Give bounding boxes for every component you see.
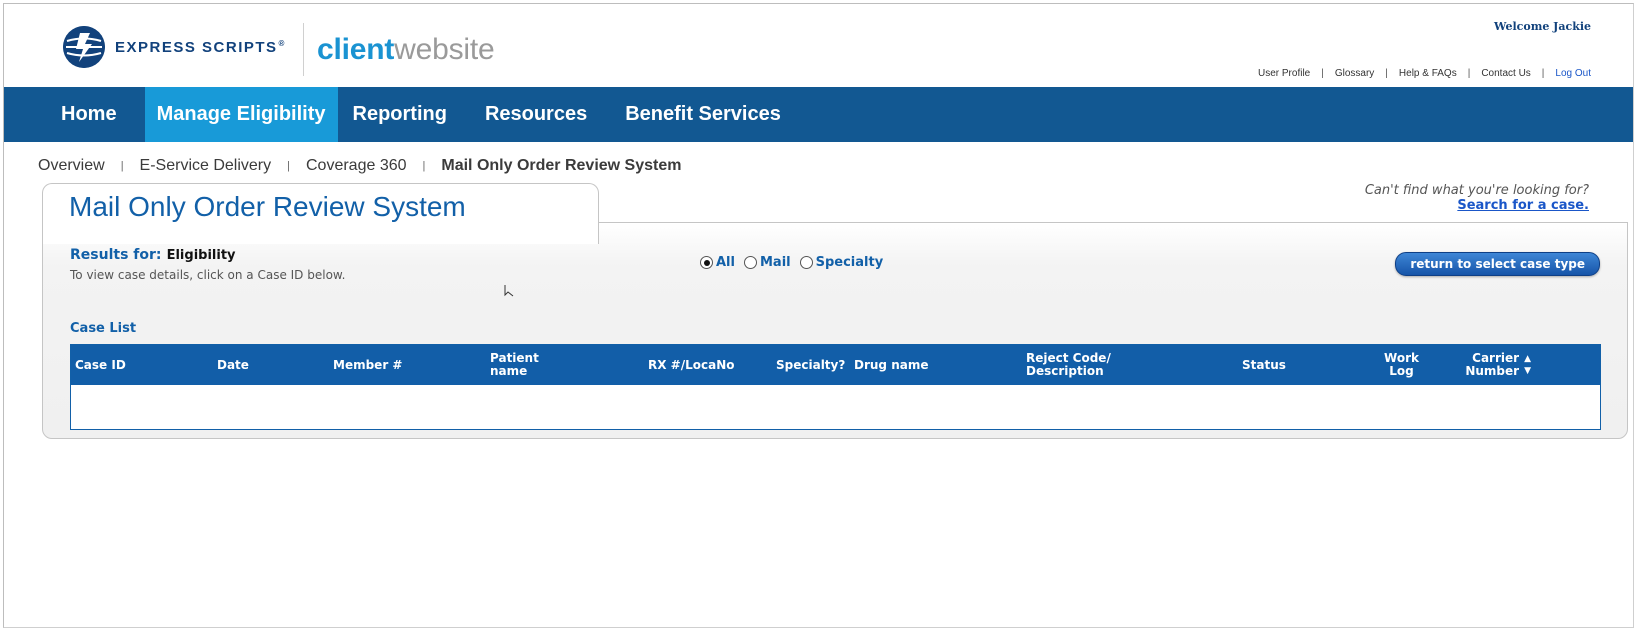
results-label: Results for: xyxy=(70,247,162,263)
col-drug-name[interactable]: Drug name xyxy=(854,345,928,385)
breadcrumb-e-service-delivery[interactable]: E-Service Delivery xyxy=(140,157,272,175)
nav-reporting[interactable]: Reporting xyxy=(341,87,459,142)
link-separator: | xyxy=(1385,68,1388,79)
nav-manage-eligibility[interactable]: Manage Eligibility xyxy=(144,87,338,142)
nav-home[interactable]: Home xyxy=(49,87,129,142)
search-help: Can't find what you're looking for? Sear… xyxy=(1365,183,1589,213)
results-value: Eligibility xyxy=(166,248,236,263)
search-case-link[interactable]: Search for a case. xyxy=(1365,198,1589,213)
express-scripts-logo-icon xyxy=(63,26,105,68)
col-date[interactable]: Date xyxy=(217,345,249,385)
express-scripts-logo[interactable]: EXPRESS SCRIPTS® xyxy=(63,26,286,68)
utility-links: User Profile | Glossary | Help & FAQs | … xyxy=(1258,68,1591,79)
user-profile-link[interactable]: User Profile xyxy=(1258,68,1310,79)
help-question: Can't find what you're looking for? xyxy=(1364,183,1589,198)
case-list-label: Case List xyxy=(70,321,137,336)
link-separator: | xyxy=(1321,68,1324,79)
radio-selected-icon[interactable] xyxy=(700,256,713,269)
col-carrier-number[interactable]: Carrier Number ▲ ▼ xyxy=(1455,345,1531,385)
mouse-cursor-icon xyxy=(504,285,514,297)
col-reject-code[interactable]: Reject Code/Description xyxy=(1026,345,1111,385)
link-separator: | xyxy=(1541,68,1545,79)
link-separator: | xyxy=(1467,68,1471,79)
sort-arrows-icon[interactable]: ▲ ▼ xyxy=(1524,353,1531,377)
page-title: Mail Only Order Review System xyxy=(69,191,466,222)
breadcrumb: Overview | E-Service Delivery | Coverage… xyxy=(38,157,681,175)
brand-name: EXPRESS SCRIPTS® xyxy=(115,38,286,56)
filter-specialty[interactable]: Specialty xyxy=(799,255,883,270)
breadcrumb-separator: | xyxy=(422,160,426,172)
table-body xyxy=(71,385,1600,427)
filter-all[interactable]: All xyxy=(700,255,735,270)
logout-link[interactable]: Log Out xyxy=(1555,68,1591,79)
col-rx-loca-no[interactable]: RX #/LocaNo xyxy=(648,345,735,385)
glossary-link[interactable]: Glossary xyxy=(1335,68,1374,79)
breadcrumb-current: Mail Only Order Review System xyxy=(441,157,682,174)
col-work-log[interactable]: Work Log xyxy=(1371,345,1419,385)
col-specialty[interactable]: Specialty? xyxy=(776,345,845,385)
panel-tab: Mail Only Order Review System xyxy=(42,183,599,244)
breadcrumb-separator: | xyxy=(287,160,290,172)
col-member[interactable]: Member # xyxy=(333,345,402,385)
table-header: Case ID Date Member # Patient name RX #/L… xyxy=(71,345,1600,385)
nav-resources[interactable]: Resources xyxy=(473,87,599,142)
radio-icon[interactable] xyxy=(799,256,813,269)
nav-benefit-services[interactable]: Benefit Services xyxy=(613,87,793,142)
col-case-id[interactable]: Case ID xyxy=(75,345,126,385)
welcome-message: Welcome Jackie xyxy=(1494,20,1591,33)
case-list-table: Case ID Date Member # Patient name RX #/L… xyxy=(70,344,1601,430)
results-hint: To view case details, click on a Case ID… xyxy=(70,268,346,282)
app-window: EXPRESS SCRIPTS® clientwebsite Welcome J… xyxy=(3,3,1634,628)
breadcrumb-separator: | xyxy=(120,160,124,172)
col-status[interactable]: Status xyxy=(1242,345,1286,385)
main-nav: Home Manage Eligibility Reporting Resour… xyxy=(4,87,1633,142)
help-faqs-link[interactable]: Help & FAQs xyxy=(1399,68,1457,79)
return-to-case-type-button[interactable]: return to select case type xyxy=(1395,252,1600,276)
filter-mail[interactable]: Mail xyxy=(743,255,791,270)
case-type-filter: All Mail Specialty xyxy=(700,255,892,270)
contact-us-link[interactable]: Contact Us xyxy=(1481,68,1530,79)
radio-icon[interactable] xyxy=(743,256,757,269)
header-divider xyxy=(303,23,304,76)
results-summary: Results for: Eligibility To view case de… xyxy=(70,244,345,282)
breadcrumb-coverage-360[interactable]: Coverage 360 xyxy=(306,157,407,175)
breadcrumb-overview[interactable]: Overview xyxy=(38,157,105,175)
col-patient-name[interactable]: Patient name xyxy=(490,345,539,385)
site-name: clientwebsite xyxy=(317,33,495,66)
